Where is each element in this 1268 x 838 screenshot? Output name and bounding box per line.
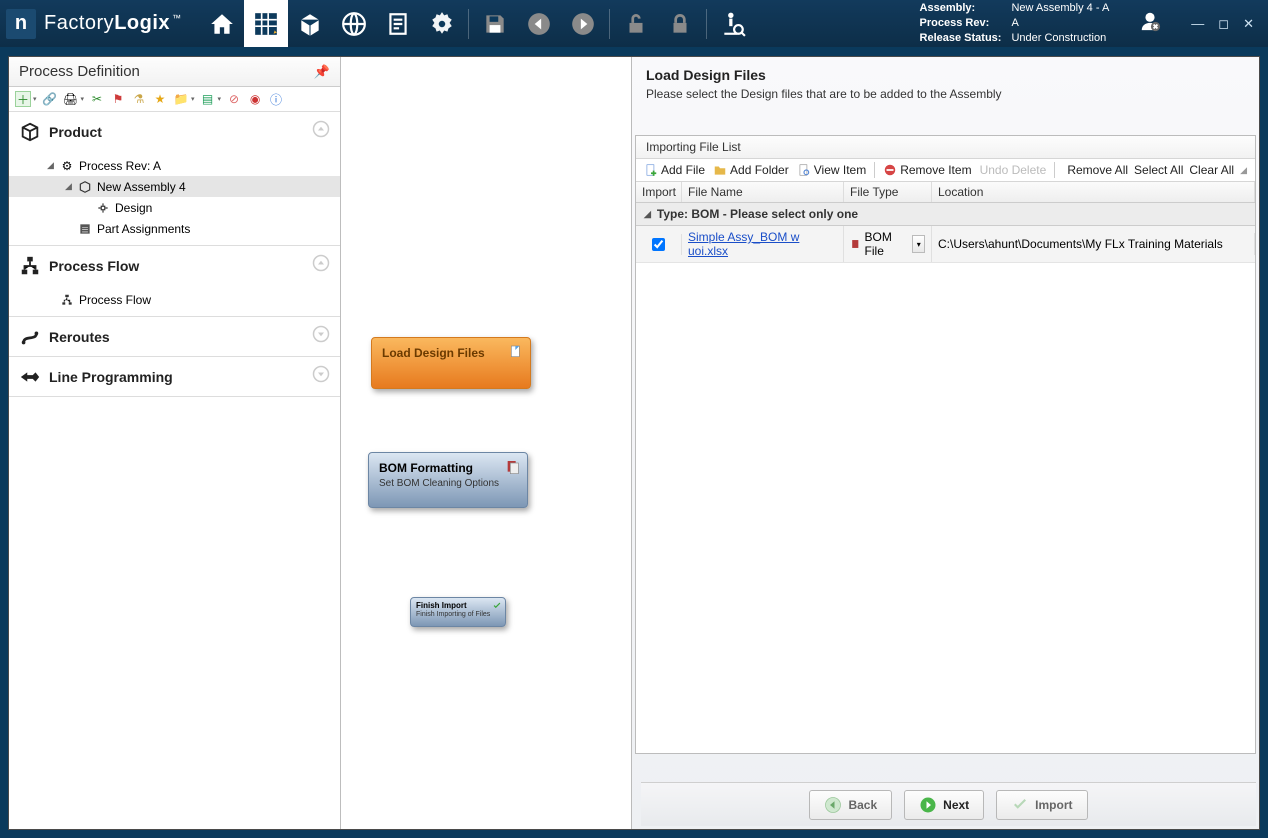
file-name-link[interactable]: Simple Assy_BOM w uoi.xlsx	[688, 230, 837, 258]
bom-icon	[505, 459, 521, 475]
wizard-canvas: Load Design Files BOM Formatting Set BOM…	[341, 57, 1259, 829]
back-button[interactable]: Back	[809, 790, 892, 820]
view-item-button[interactable]: View Item	[797, 163, 866, 177]
tree-assembly[interactable]: ◢ New Assembly 4	[9, 176, 340, 197]
corner-grip-icon: ◢	[1240, 165, 1247, 176]
tree-design[interactable]: Design	[9, 197, 340, 218]
stop-icon[interactable]: ◉	[247, 91, 263, 107]
package-icon[interactable]	[288, 0, 332, 47]
close-button[interactable]: ✕	[1243, 16, 1254, 32]
select-all-button[interactable]: Select All	[1134, 163, 1183, 177]
reroute-icon	[19, 326, 41, 348]
filetype-dropdown[interactable]: ▾	[912, 235, 925, 253]
document-icon[interactable]	[376, 0, 420, 47]
collapse-icon	[312, 120, 330, 143]
next-button[interactable]: Next	[904, 790, 984, 820]
right-panel: Load Design Files Please select the Desi…	[631, 57, 1259, 829]
tree-process-rev[interactable]: ◢ ⚙ Process Rev: A	[9, 155, 340, 176]
file-icon	[508, 344, 524, 360]
remove-all-button[interactable]: Remove All	[1067, 163, 1128, 177]
brand-label: FactoryLogix™	[44, 12, 182, 35]
remove-item-button[interactable]: Remove Item	[883, 163, 971, 177]
tree-process-flow[interactable]: Process Flow	[9, 289, 340, 310]
flow-small-icon	[59, 292, 75, 308]
expand-icon	[312, 325, 330, 348]
group-bom[interactable]: ◢Type: BOM - Please select only one	[636, 203, 1255, 226]
left-panel: Process Definition 📌 ＋▾ 🔗 🖨▾ ✂ ⚑ ⚗ ★ 📁▾ …	[9, 57, 341, 829]
maximize-button[interactable]: ◻	[1218, 16, 1229, 32]
save-icon[interactable]	[473, 0, 517, 47]
step-load-design-files[interactable]: Load Design Files	[371, 337, 531, 389]
design-icon	[95, 200, 111, 216]
main-frame: Process Definition 📌 ＋▾ 🔗 🖨▾ ✂ ⚑ ⚗ ★ 📁▾ …	[8, 56, 1260, 830]
lock-icon[interactable]	[658, 0, 702, 47]
check-icon	[492, 601, 502, 611]
arrow-right-icon	[919, 796, 937, 814]
minimize-button[interactable]: —	[1191, 16, 1204, 32]
layers-icon[interactable]: ▤	[200, 91, 216, 107]
add-icon[interactable]: ＋	[15, 91, 31, 107]
right-title: Load Design Files	[646, 67, 1245, 83]
cube-small-icon	[77, 179, 93, 195]
unlock-icon[interactable]	[614, 0, 658, 47]
undo-delete-button: Undo Delete	[980, 163, 1047, 177]
col-filename[interactable]: File Name	[682, 182, 844, 202]
section-line-programming[interactable]: Line Programming	[9, 357, 340, 396]
gear-icon[interactable]	[420, 0, 464, 47]
grid-edit-icon[interactable]	[244, 0, 288, 47]
arrow-left-icon	[824, 796, 842, 814]
collapse-icon	[312, 254, 330, 277]
user-icon[interactable]	[1139, 10, 1161, 37]
assembly-info: Assembly:New Assembly 4 - A Process Rev:…	[918, 0, 1132, 47]
file-row[interactable]: Simple Assy_BOM w uoi.xlsx BOM File ▾ C:…	[636, 226, 1255, 263]
clear-all-button[interactable]: Clear All	[1189, 163, 1234, 177]
import-button[interactable]: Import	[996, 790, 1087, 820]
nav-forward-icon[interactable]	[561, 0, 605, 47]
tree-part-assignments[interactable]: Part Assignments	[9, 218, 340, 239]
gear-small-icon: ⚙	[59, 158, 75, 174]
step-bom-formatting[interactable]: BOM Formatting Set BOM Cleaning Options	[368, 452, 528, 508]
inspect-icon[interactable]	[711, 0, 755, 47]
left-panel-title: Process Definition 📌	[9, 57, 340, 87]
flow-icon	[19, 255, 41, 277]
expand-icon	[312, 365, 330, 388]
print-icon[interactable]: 🖨	[63, 91, 79, 107]
add-folder-button[interactable]: Add Folder	[713, 163, 789, 177]
col-location[interactable]: Location	[932, 182, 1255, 202]
app-logo-icon: n	[6, 9, 36, 39]
grid-header: Import File Name File Type Location	[636, 182, 1255, 203]
section-product[interactable]: Product	[9, 112, 340, 151]
add-file-button[interactable]: Add File	[644, 163, 705, 177]
right-subtitle: Please select the Design files that are …	[646, 87, 1245, 101]
bom-file-icon	[850, 237, 861, 251]
cut-icon[interactable]: ✂	[89, 91, 105, 107]
top-bar: n FactoryLogix™	[0, 0, 1268, 47]
info-icon[interactable]: ⓘ	[268, 91, 284, 107]
file-list-title: Importing File List	[636, 136, 1255, 159]
section-reroutes[interactable]: Reroutes	[9, 317, 340, 356]
section-process-flow[interactable]: Process Flow	[9, 246, 340, 285]
star-icon[interactable]: ★	[152, 91, 168, 107]
nav-back-icon[interactable]	[517, 0, 561, 47]
globe-icon[interactable]	[332, 0, 376, 47]
wizard-buttons: Back Next Import	[641, 782, 1256, 826]
delete-icon[interactable]: ⊘	[226, 91, 242, 107]
import-checkbox[interactable]	[652, 238, 665, 251]
col-filetype[interactable]: File Type	[844, 182, 932, 202]
line-prog-icon	[19, 366, 41, 388]
list-icon	[77, 221, 93, 237]
file-location: C:\Users\ahunt\Documents\My FLx Training…	[938, 237, 1223, 251]
bottle-icon[interactable]: ⚗	[131, 91, 147, 107]
folder-icon[interactable]: 📁	[173, 91, 189, 107]
pin-icon[interactable]: 📌	[314, 64, 330, 80]
col-import[interactable]: Import	[636, 182, 682, 202]
home-icon[interactable]	[200, 0, 244, 47]
check-icon	[1011, 796, 1029, 814]
link-icon[interactable]: 🔗	[42, 91, 58, 107]
cube-icon	[19, 121, 41, 143]
left-toolbar: ＋▾ 🔗 🖨▾ ✂ ⚑ ⚗ ★ 📁▾ ▤▾ ⊘ ◉ ⓘ	[9, 87, 340, 112]
file-list-panel: Importing File List Add File Add Folder …	[635, 135, 1256, 754]
flag-icon[interactable]: ⚑	[110, 91, 126, 107]
step-finish-import[interactable]: Finish Import Finish Importing of Files	[410, 597, 506, 627]
